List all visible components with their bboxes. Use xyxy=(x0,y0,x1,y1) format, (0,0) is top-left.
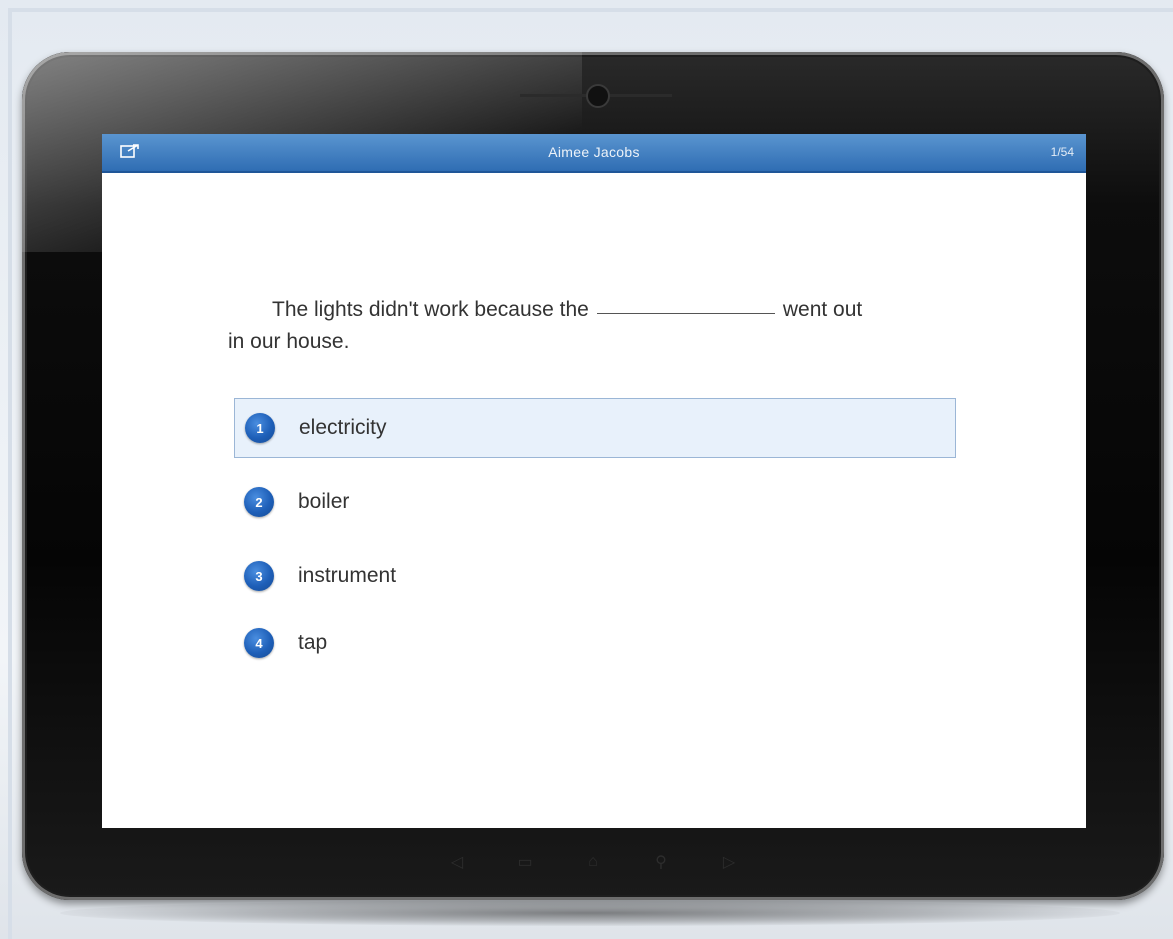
header-title: Aimee Jacobs xyxy=(548,144,640,160)
option-number-badge: 2 xyxy=(244,487,274,517)
search-icon[interactable]: ⚲ xyxy=(652,853,670,871)
tablet-device: Aimee Jacobs 1/54 The lights didn't work… xyxy=(22,52,1164,900)
forward-icon[interactable]: ▷ xyxy=(720,853,738,871)
app-header: Aimee Jacobs 1/54 xyxy=(102,134,1086,173)
option-number-badge: 3 xyxy=(244,561,274,591)
option-label: tap xyxy=(298,631,328,654)
answer-option-4[interactable]: 4 tap xyxy=(234,620,956,666)
answer-option-3[interactable]: 3 instrument xyxy=(234,546,956,606)
question-counter: 1/54 xyxy=(1050,145,1074,159)
answer-options: 1 electricity 2 boiler 3 instrument 4 ta… xyxy=(234,398,956,666)
back-icon[interactable]: ◁ xyxy=(448,853,466,871)
option-label: electricity xyxy=(299,416,387,439)
option-number-badge: 4 xyxy=(244,628,274,658)
question-text: The lights didn't work because the went o… xyxy=(228,294,968,358)
app-screen: Aimee Jacobs 1/54 The lights didn't work… xyxy=(102,134,1086,828)
recent-apps-icon[interactable]: ▭ xyxy=(516,853,534,871)
camera-icon xyxy=(586,84,610,108)
answer-option-1[interactable]: 1 electricity xyxy=(234,398,956,458)
android-nav-bar: ◁ ▭ ⌂ ⚲ ▷ xyxy=(22,844,1164,880)
page-background: Aimee Jacobs 1/54 The lights didn't work… xyxy=(0,0,1173,939)
tablet-shadow xyxy=(60,900,1120,926)
option-label: instrument xyxy=(298,564,397,587)
option-number-badge: 1 xyxy=(245,413,275,443)
answer-blank xyxy=(596,312,775,314)
question-text-before: The lights didn't work because the xyxy=(272,298,589,321)
home-icon[interactable]: ⌂ xyxy=(584,853,602,871)
question-text-line2: in our house. xyxy=(228,330,350,353)
option-label: boiler xyxy=(298,490,350,513)
question-text-after: went out xyxy=(782,298,863,321)
answer-option-2[interactable]: 2 boiler xyxy=(234,472,956,532)
